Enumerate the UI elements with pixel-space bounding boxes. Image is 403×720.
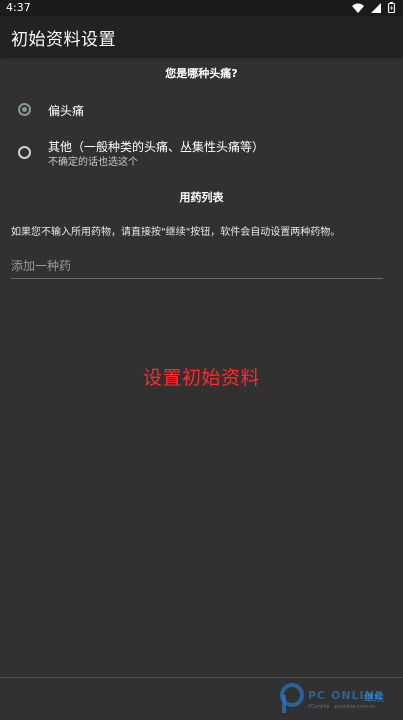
headache-question: 您是哪种头痛?: [165, 67, 238, 80]
status-time: 4:37: [6, 1, 31, 14]
radio-option-other[interactable]: 其他（一般种类的头痛、丛集性头痛等） 不确定的话也选这个: [0, 133, 403, 173]
radio-button-unchecked[interactable]: [18, 146, 31, 159]
watermark-logo-icon: [278, 683, 306, 719]
continue-button[interactable]: 继续: [364, 689, 384, 704]
radio-option-migraine[interactable]: 偏头痛: [0, 90, 403, 130]
screenshot-caption: 设置初始资料: [142, 367, 260, 389]
radio-button-checked[interactable]: [18, 103, 31, 116]
watermark: PC ONLINE PConline · pconline.com.cn: [278, 683, 403, 717]
signal-icon: [371, 2, 381, 13]
app-bar: 初始资料设置: [0, 16, 403, 56]
status-bar: 4:37: [0, 0, 403, 16]
battery-icon: [388, 2, 395, 13]
radio-subtitle-other: 不确定的话也选这个: [48, 157, 138, 168]
radio-label-migraine: 偏头痛: [48, 104, 85, 118]
status-icons: [352, 2, 395, 13]
bottom-divider: [0, 677, 403, 678]
page-title: 初始资料设置: [11, 30, 116, 50]
wifi-icon: [352, 3, 364, 13]
medication-list-title: 用药列表: [179, 191, 224, 204]
add-medication-input[interactable]: [11, 253, 383, 279]
medication-hint: 如果您不输入所用药物，请直接按"继续"按钮，软件会自动设置两种药物。: [11, 227, 341, 238]
watermark-subtext: PConline · pconline.com.cn: [308, 704, 376, 710]
